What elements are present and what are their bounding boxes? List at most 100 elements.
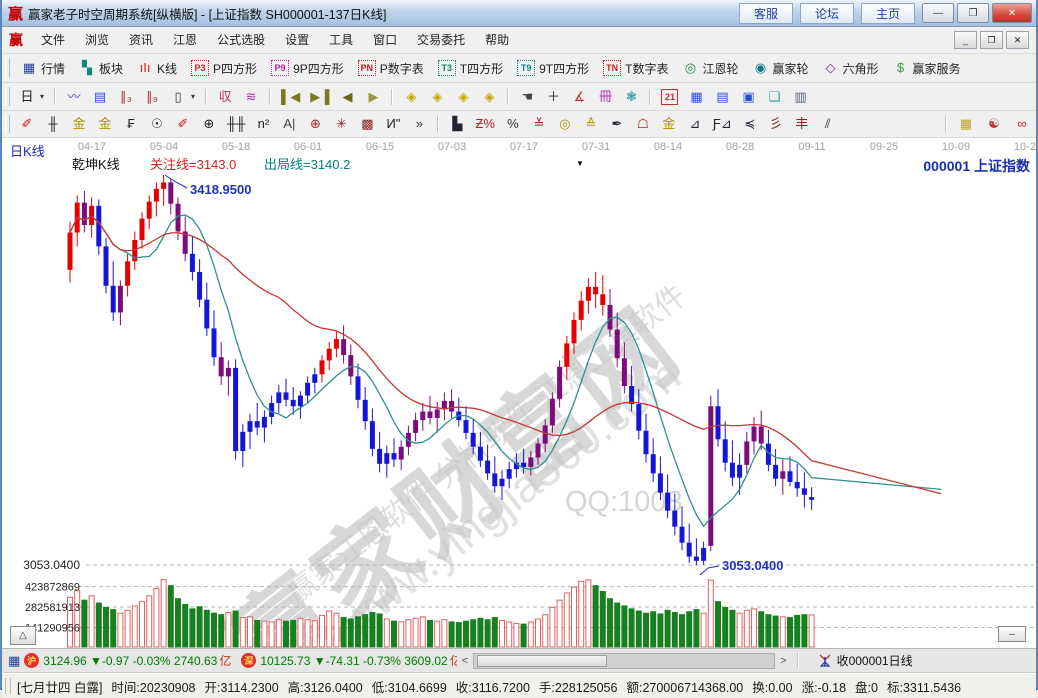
period-day-button[interactable]: 日▾: [14, 85, 49, 109]
jump-left-button[interactable]: ◈: [398, 85, 424, 109]
forum-button[interactable]: 论坛: [800, 3, 854, 24]
yinyang-tool-button[interactable]: ☯: [980, 112, 1008, 136]
fit-screen-button[interactable]: ◈: [476, 85, 502, 109]
p-square-button[interactable]: P3P四方形: [184, 56, 264, 80]
sector-blocks-button[interactable]: ▚板块: [72, 56, 130, 80]
qiankun-toggle-button[interactable]: 収: [212, 85, 238, 109]
candle-style-button[interactable]: ▯▾: [165, 85, 200, 109]
t9-square-button[interactable]: T99T四方形: [510, 56, 596, 80]
toolbar-grip[interactable]: [5, 87, 10, 106]
n-square-button[interactable]: n²: [250, 112, 276, 136]
grid-window-button[interactable]: ▦: [952, 112, 980, 136]
infinity-tool-button[interactable]: ∞: [1008, 112, 1036, 136]
kline-chart-area[interactable]: 赢家财富网 www.yingjia360.com 赢家江恩软件 分析软件 江恩工…: [2, 138, 1036, 648]
percent-levels-button[interactable]: ≚: [526, 112, 552, 136]
winner-wheel-button[interactable]: ◉赢家轮: [745, 56, 815, 80]
channel-lines-button[interactable]: ≼: [737, 112, 763, 136]
menu-item-7[interactable]: 窗口: [363, 29, 407, 51]
minimize-button[interactable]: —: [922, 3, 954, 23]
menu-item-0[interactable]: 文件: [31, 29, 75, 51]
parallel-lines-button[interactable]: ⫽: [815, 112, 841, 136]
prev-bar-button[interactable]: ◀: [334, 85, 360, 109]
scale-ruler-button[interactable]: ▙: [444, 112, 470, 136]
qiankun-kline-style-button[interactable]: 〰: [61, 85, 87, 109]
market-quotes-button[interactable]: ▦行情: [14, 56, 72, 80]
horizontal-scrollbar[interactable]: [473, 653, 775, 669]
wave-mark-button[interactable]: И": [380, 112, 406, 136]
gann-circle-button[interactable]: ⊕: [196, 112, 222, 136]
gold-section-button[interactable]: 金: [656, 112, 682, 136]
price-chart-svg[interactable]: 04-1705-0405-1806-0106-1507-0307-1707-31…: [2, 138, 1036, 648]
percent-tool-button[interactable]: %: [500, 112, 526, 136]
target-circle-button[interactable]: ⊕: [302, 112, 328, 136]
toolbar-grip[interactable]: [5, 58, 10, 78]
homepage-button[interactable]: 主页: [861, 3, 915, 24]
calendar-button[interactable]: 21: [656, 85, 683, 109]
smart-analysis-button[interactable]: ❃: [618, 85, 644, 109]
more-tools-button[interactable]: »: [406, 112, 432, 136]
star-burst-button[interactable]: ✳: [328, 112, 354, 136]
time-grid-button[interactable]: ╫╫: [222, 112, 250, 136]
price-grid-tool-button[interactable]: ╫: [40, 112, 66, 136]
menu-item-6[interactable]: 工具: [319, 29, 363, 51]
percent-line-button[interactable]: Ƶ%: [470, 112, 500, 136]
crosshair-tool-button[interactable]: ＋: [540, 85, 566, 109]
ink-tool-button[interactable]: ✒: [604, 112, 630, 136]
angle-measure-tool-button[interactable]: ∡: [566, 85, 592, 109]
gann-wheel-button[interactable]: ◎江恩轮: [675, 56, 745, 80]
pencil-tool-button[interactable]: ✐: [14, 112, 40, 136]
save-button[interactable]: ▣: [735, 85, 761, 109]
last-bar-button[interactable]: ▶▐: [305, 85, 334, 109]
notepad-button[interactable]: ▤: [709, 85, 735, 109]
minutes-3-button[interactable]: ∥₃: [113, 85, 139, 109]
gold-grid-2-button[interactable]: 金: [92, 112, 118, 136]
winner-service-button[interactable]: $赢家服务: [886, 56, 968, 80]
gold-levels-button[interactable]: ≙: [578, 112, 604, 136]
gold-circle-button[interactable]: ◎: [552, 112, 578, 136]
restore-button[interactable]: ❐: [957, 3, 989, 23]
p9-square-button[interactable]: P99P四方形: [264, 56, 351, 80]
menu-item-9[interactable]: 帮助: [475, 29, 519, 51]
jump-right-button[interactable]: ◈: [424, 85, 450, 109]
spiral-tool-button[interactable]: ☉: [144, 112, 170, 136]
market-grid-icon[interactable]: ▦: [8, 653, 20, 669]
menu-item-3[interactable]: 江恩: [163, 29, 207, 51]
next-bar-button[interactable]: ▶: [360, 85, 386, 109]
gann-grid-tool-button[interactable]: 冊: [592, 85, 618, 109]
close-button[interactable]: ✕: [992, 3, 1032, 23]
t-square-button[interactable]: T3T四方形: [431, 56, 510, 80]
pane-tab-daily-kline[interactable]: 日K线: [10, 141, 45, 160]
kline-chart-button[interactable]: ıІıK线: [130, 56, 184, 80]
menu-item-1[interactable]: 浏览: [75, 29, 119, 51]
f-angle-line-button[interactable]: Ƒ⊿: [708, 112, 737, 136]
text-label-tool-button[interactable]: A|: [276, 112, 302, 136]
first-bar-button[interactable]: ▌◀: [276, 85, 305, 109]
scroll-right-arrow[interactable]: >: [775, 655, 791, 667]
collapse-volume-pane-button[interactable]: –: [998, 626, 1026, 642]
dense-lines-button[interactable]: 丰: [789, 112, 815, 136]
print-button[interactable]: ▥: [787, 85, 813, 109]
color-volume-button[interactable]: ≋: [238, 85, 264, 109]
expand-horizontal-button[interactable]: ◈: [450, 85, 476, 109]
child-minimize-button[interactable]: _: [954, 31, 977, 49]
wave-band-button[interactable]: ☖: [630, 112, 656, 136]
scrollbar-thumb[interactable]: [477, 655, 607, 667]
child-close-button[interactable]: ✕: [1006, 31, 1029, 49]
grid-box-button[interactable]: ▩: [354, 112, 380, 136]
menu-item-2[interactable]: 资讯: [119, 29, 163, 51]
image-export-button[interactable]: ❏: [761, 85, 787, 109]
child-restore-button[interactable]: ❐: [980, 31, 1003, 49]
support-button[interactable]: 客服: [739, 3, 793, 24]
gold-grid-1-button[interactable]: 金: [66, 112, 92, 136]
hand-tool-button[interactable]: ☚: [514, 85, 540, 109]
angle-line-button[interactable]: ⊿: [682, 112, 708, 136]
menu-item-8[interactable]: 交易委托: [407, 29, 475, 51]
minutes-9-button[interactable]: ∥₉: [139, 85, 165, 109]
expand-volume-pane-button[interactable]: △: [10, 626, 36, 645]
scroll-left-arrow[interactable]: <: [457, 655, 473, 667]
calculator-button[interactable]: ▦: [683, 85, 709, 109]
ray-lines-button[interactable]: 彡: [763, 112, 789, 136]
hexagon-tool-button[interactable]: ◇六角形: [816, 56, 886, 80]
menu-item-4[interactable]: 公式选股: [207, 29, 275, 51]
fibonacci-tool-button[interactable]: ₣: [118, 112, 144, 136]
